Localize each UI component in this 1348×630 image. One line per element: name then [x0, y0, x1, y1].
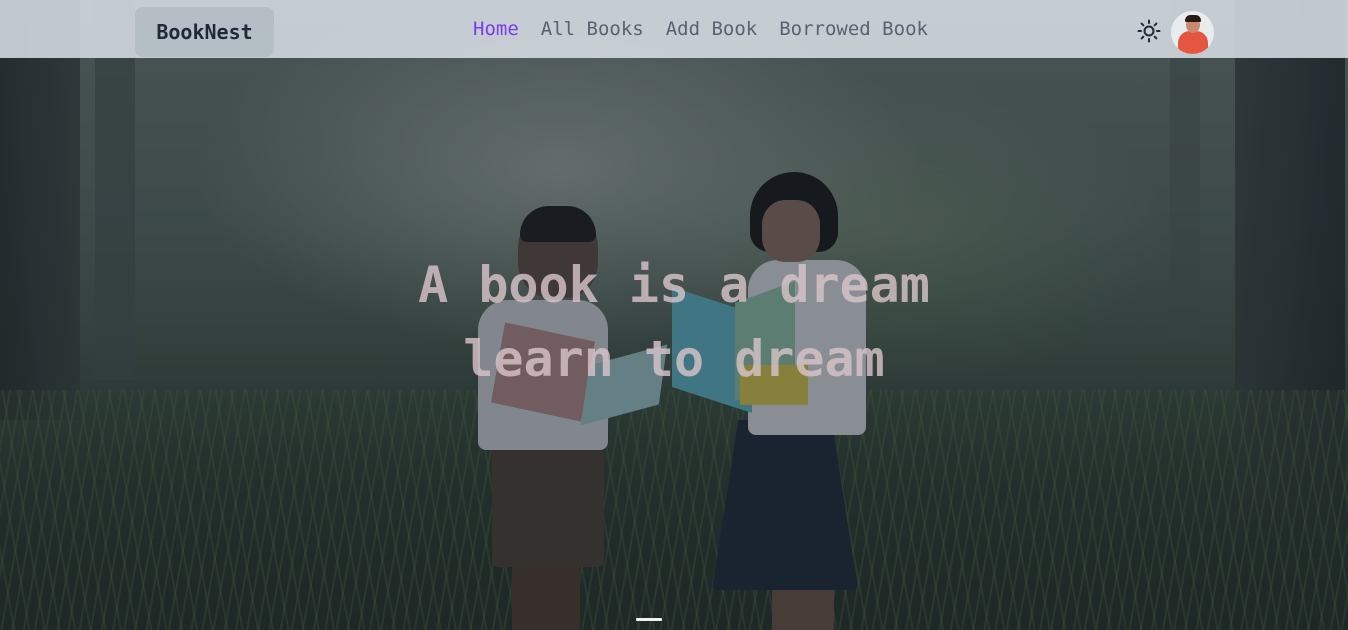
user-avatar[interactable] — [1171, 11, 1214, 54]
hero-line-1: A book is a dream — [418, 256, 930, 314]
nav-link-home[interactable]: Home — [473, 18, 519, 46]
sun-icon[interactable] — [1137, 19, 1161, 43]
nav-link-borrowed-book[interactable]: Borrowed Book — [779, 18, 928, 46]
hero-banner: A book is a dream learn to dream — [0, 0, 1348, 630]
nav-link-add-book[interactable]: Add Book — [666, 18, 758, 46]
nav-links: Home All Books Add Book Borrowed Book — [473, 18, 950, 46]
avatar-body — [1178, 31, 1208, 54]
navbar: BookNest Home All Books Add Book Borrowe… — [0, 0, 1348, 58]
hero-line-2: learn to dream — [463, 330, 885, 388]
avatar-hair — [1185, 15, 1201, 22]
nav-link-all-books[interactable]: All Books — [541, 18, 644, 46]
brand-logo-button[interactable]: BookNest — [135, 7, 274, 57]
slide-indicator[interactable] — [636, 618, 662, 621]
hero-headline: A book is a dream learn to dream — [0, 248, 1348, 396]
